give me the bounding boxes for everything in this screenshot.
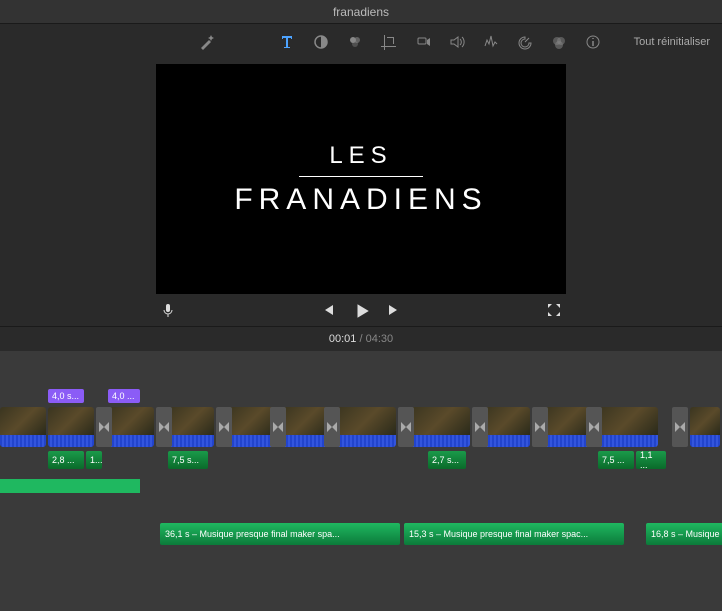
fullscreen-icon[interactable] xyxy=(546,302,562,318)
audio-overflow[interactable] xyxy=(0,479,140,493)
title-line-2: FRANADIENS xyxy=(234,177,487,217)
transition-icon[interactable] xyxy=(156,407,172,447)
transition-icon[interactable] xyxy=(398,407,414,447)
stabilize-icon[interactable] xyxy=(414,33,432,51)
audio-clip[interactable]: 1... xyxy=(86,451,102,469)
audio-clip[interactable]: 7,5 ... xyxy=(598,451,634,469)
audio-clip[interactable]: 7,5 s... xyxy=(168,451,208,469)
video-clip[interactable] xyxy=(0,407,46,447)
video-clip[interactable] xyxy=(108,407,154,447)
timecode: 00:01 / 04:30 xyxy=(0,326,722,351)
title-track: 4,0 s... 4,0 ... xyxy=(0,389,722,405)
video-clip[interactable] xyxy=(544,407,590,447)
volume-icon[interactable] xyxy=(448,33,466,51)
transition-icon[interactable] xyxy=(586,407,602,447)
magic-wand-icon[interactable] xyxy=(198,33,216,51)
noise-reduction-icon[interactable] xyxy=(482,33,500,51)
text-tool-icon[interactable] xyxy=(278,33,296,51)
music-clip[interactable]: 15,3 s – Musique presque final maker spa… xyxy=(404,523,624,545)
speed-icon[interactable] xyxy=(516,33,534,51)
title-clip[interactable]: 4,0 ... xyxy=(108,389,140,403)
video-clip[interactable] xyxy=(410,407,470,447)
audio-clip[interactable]: 2,7 s... xyxy=(428,451,466,469)
transition-icon[interactable] xyxy=(532,407,548,447)
transition-icon[interactable] xyxy=(270,407,286,447)
video-track xyxy=(0,407,722,447)
title-line-1: LES xyxy=(299,142,422,177)
transition-icon[interactable] xyxy=(216,407,232,447)
toolbar: Tout réinitialiser xyxy=(0,24,722,60)
video-clip[interactable] xyxy=(690,407,720,447)
current-time: 00:01 xyxy=(329,333,357,345)
video-clip[interactable] xyxy=(598,407,658,447)
audio-clip[interactable]: 1,1 ... xyxy=(636,451,666,469)
audio-clip[interactable]: 2,8 ... xyxy=(48,451,84,469)
play-button[interactable] xyxy=(353,302,369,318)
info-icon[interactable] xyxy=(584,33,602,51)
music-clip[interactable]: 16,8 s – Musique presque final maker spa… xyxy=(646,523,722,545)
transition-icon[interactable] xyxy=(672,407,688,447)
preview-viewer: LES FRANADIENS xyxy=(156,64,566,326)
video-clip[interactable] xyxy=(168,407,214,447)
color-correction-icon[interactable] xyxy=(346,33,364,51)
filter-icon[interactable] xyxy=(550,33,568,51)
video-clip[interactable] xyxy=(282,407,328,447)
window-title: franadiens xyxy=(0,0,722,24)
color-balance-icon[interactable] xyxy=(312,33,330,51)
music-track: 36,1 s – Musique presque final maker spa… xyxy=(0,523,722,547)
music-clip[interactable]: 36,1 s – Musique presque final maker spa… xyxy=(160,523,400,545)
transition-icon[interactable] xyxy=(96,407,112,447)
timeline[interactable]: 4,0 s... 4,0 ... 2,8 ...1... 7,5 s... 2,7 s… xyxy=(0,351,722,611)
transition-icon[interactable] xyxy=(472,407,488,447)
preview-screen: LES FRANADIENS xyxy=(156,64,566,294)
reset-all-button[interactable]: Tout réinitialiser xyxy=(634,36,710,48)
total-time: 04:30 xyxy=(366,333,394,345)
next-button[interactable] xyxy=(387,302,403,318)
prev-button[interactable] xyxy=(319,302,335,318)
audio-track: 2,8 ...1... 7,5 s... 2,7 s... 7,5 ...1,1 ..… xyxy=(0,451,722,471)
voiceover-icon[interactable] xyxy=(160,302,176,318)
video-clip[interactable] xyxy=(48,407,94,447)
video-clip[interactable] xyxy=(484,407,530,447)
video-clip[interactable] xyxy=(336,407,396,447)
transition-icon[interactable] xyxy=(324,407,340,447)
video-clip[interactable] xyxy=(228,407,274,447)
title-clip[interactable]: 4,0 s... xyxy=(48,389,84,403)
crop-icon[interactable] xyxy=(380,33,398,51)
